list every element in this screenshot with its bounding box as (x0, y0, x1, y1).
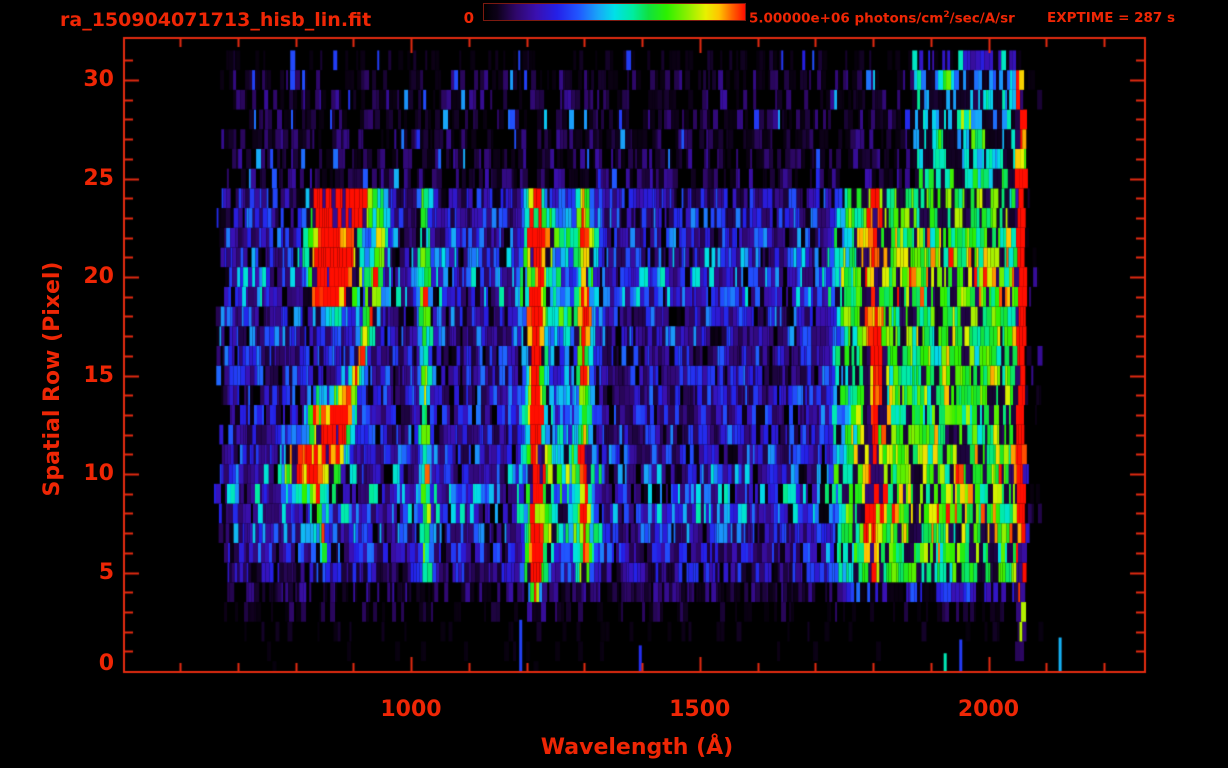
y-tick-label: 5 (98, 559, 114, 585)
y-tick-label: 0 (98, 651, 114, 676)
colorbar-max-value: 5.00000e+06 photons/cm (749, 10, 944, 27)
x-axis-title: Wavelength (Å) (540, 735, 734, 760)
colorbar-max-label: 5.00000e+06 photons/cm2/sec/A/sr (749, 10, 1015, 27)
spectral-image-viewer: ra_150904071713_hisb_lin.fit 0 5.00000e+… (0, 0, 1228, 768)
y-tick-label: 30 (83, 67, 114, 92)
spectral-heatmap-canvas (0, 0, 1228, 768)
colorbar-units-suffix: /sec/A/sr (949, 10, 1015, 27)
x-tick-label: 1000 (380, 697, 442, 722)
x-tick-label: 2000 (957, 697, 1020, 722)
colorbar-gradient (483, 3, 746, 21)
y-axis-title: Spatial Row (Pixel) (40, 261, 65, 497)
colorbar-min-label: 0 (463, 9, 474, 27)
y-tick-label: 25 (83, 165, 114, 191)
file-title: ra_150904071713_hisb_lin.fit (60, 9, 372, 31)
x-tick-label: 1500 (669, 697, 731, 722)
exptime-label: EXPTIME = 287 s (1047, 10, 1176, 26)
